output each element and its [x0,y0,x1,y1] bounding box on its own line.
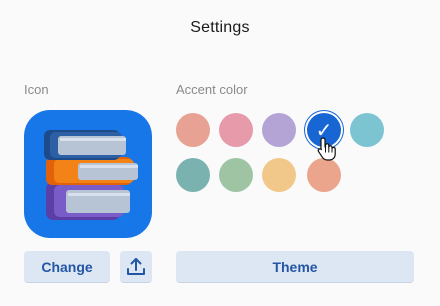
upload-icon [127,257,145,275]
books-icon [44,130,138,220]
theme-button-label: Theme [272,258,318,275]
color-swatch[interactable] [219,113,253,147]
color-swatch[interactable] [262,113,296,147]
checkmark-icon: ✓ [315,118,333,142]
color-swatch[interactable] [176,158,210,192]
color-swatch[interactable] [262,158,296,192]
color-swatch[interactable] [176,113,210,147]
app-icon-preview [24,110,152,238]
color-swatch[interactable] [350,113,384,147]
color-swatch[interactable] [219,158,253,192]
icon-section-label: Icon [24,82,49,97]
change-icon-button[interactable]: Change [24,251,110,283]
accent-color-label: Accent color [176,82,248,97]
color-swatch[interactable] [307,158,341,192]
upload-icon-button[interactable] [120,251,152,283]
color-swatch[interactable]: ✓ [307,113,341,147]
theme-button[interactable]: Theme [176,251,414,283]
change-button-label: Change [41,258,93,275]
settings-panel: Settings Icon Change Accent color ✓ Them… [0,0,440,306]
page-title: Settings [190,19,250,36]
